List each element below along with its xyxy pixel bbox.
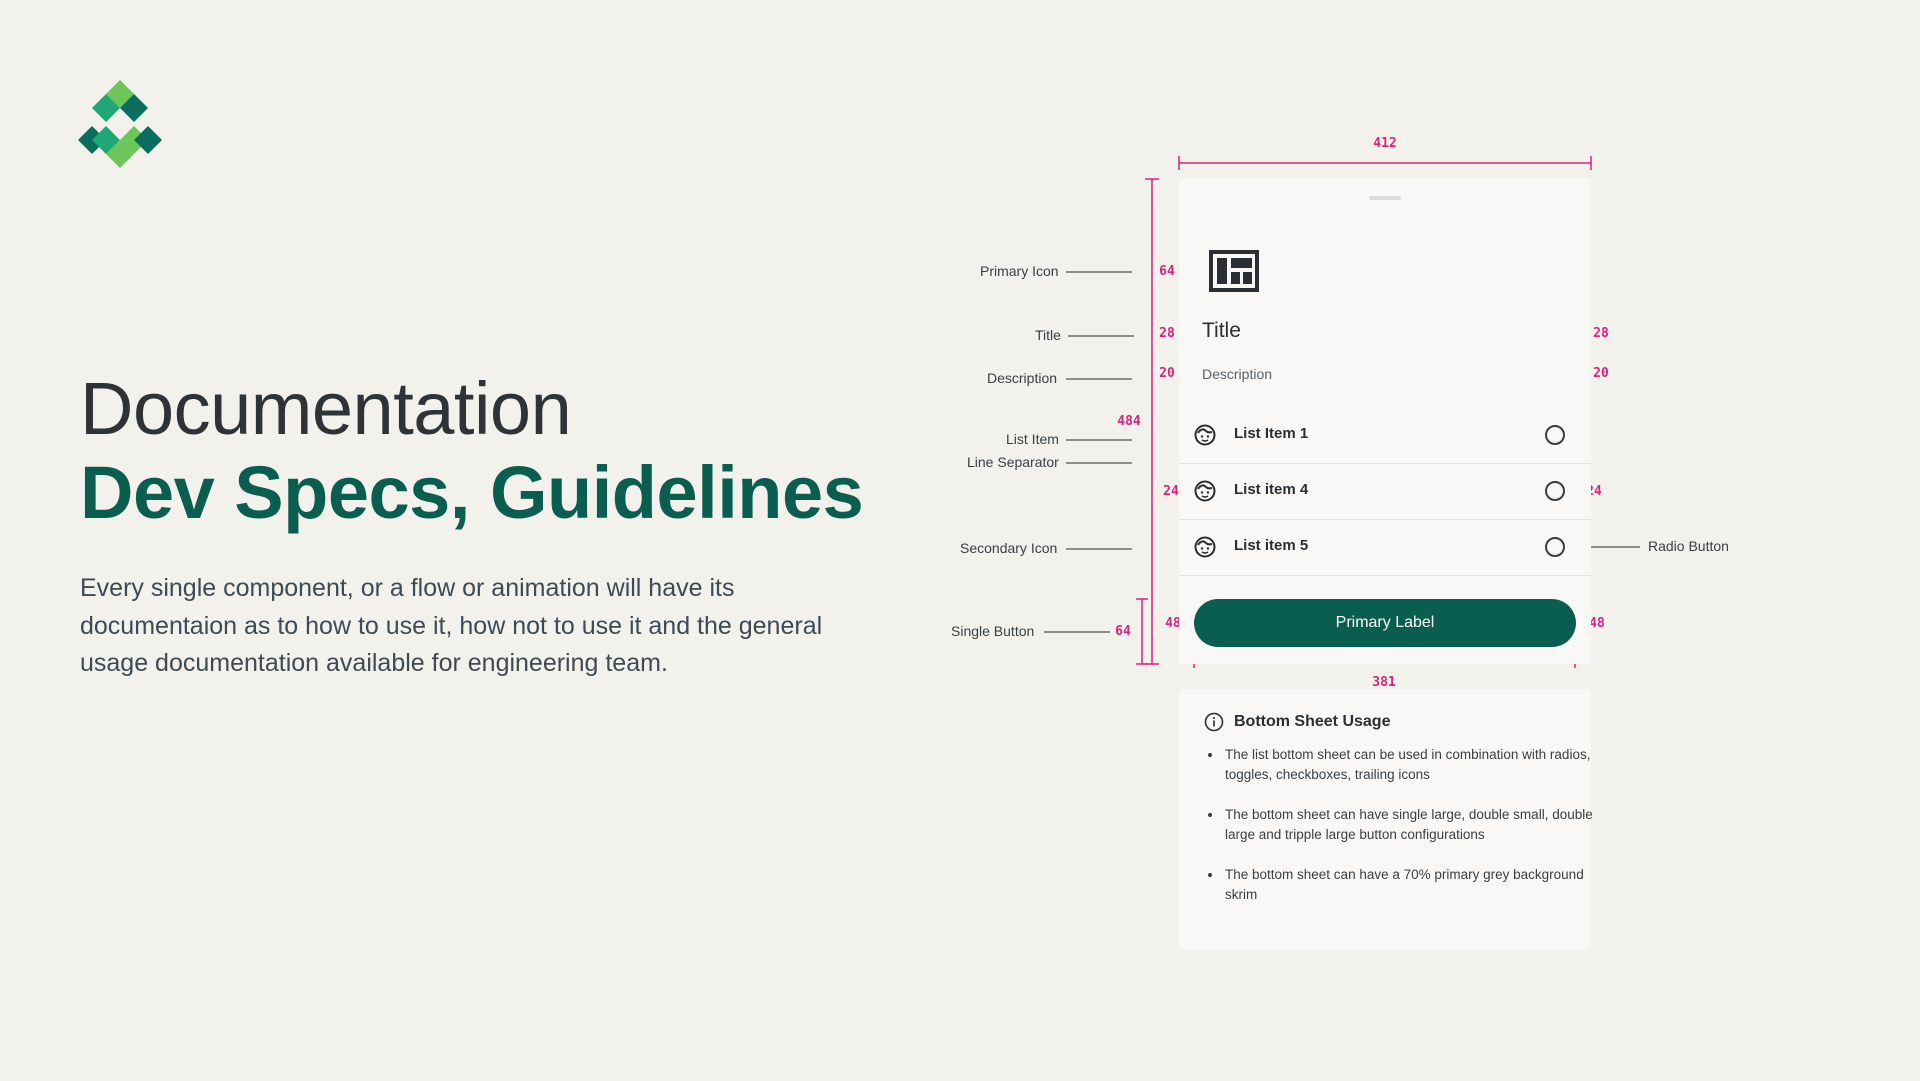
face-icon: [1194, 480, 1216, 502]
bottom-sheet: Title Description List Item 1 List item …: [1179, 179, 1591, 664]
usage-heading: Bottom Sheet Usage: [1234, 713, 1391, 730]
usage-bullet: The list bottom sheet can be used in com…: [1223, 745, 1593, 785]
dashboard-layout-icon: [1209, 250, 1259, 292]
sheet-drag-handle[interactable]: [1369, 196, 1401, 200]
dim-desc-height-left: 20: [1159, 366, 1175, 381]
annotation-list-item: List Item: [1006, 431, 1059, 447]
annotation-radio-button: Radio Button: [1648, 538, 1729, 554]
list-item[interactable]: List Item 1: [1179, 407, 1591, 463]
list-item-label: List item 4: [1234, 481, 1309, 498]
dim-sheet-height: 484: [1117, 414, 1141, 429]
list-item[interactable]: List item 5: [1179, 519, 1591, 575]
sheet-description: Description: [1202, 366, 1273, 382]
radio-button[interactable]: [1545, 425, 1565, 445]
dim-title-height-right: 28: [1593, 326, 1609, 341]
dim-single-button-height: 64: [1115, 624, 1131, 639]
list-item-label: List item 5: [1234, 537, 1309, 554]
usage-bullet: The bottom sheet can have a 70% primary …: [1223, 865, 1593, 905]
radio-button[interactable]: [1545, 537, 1565, 557]
usage-bullet: The bottom sheet can have single large, …: [1223, 805, 1593, 845]
list-item[interactable]: List item 4: [1179, 463, 1591, 519]
annotation-description: Description: [987, 370, 1058, 386]
annotation-primary-icon: Primary Icon: [980, 263, 1059, 279]
annotation-single-button: Single Button: [951, 623, 1035, 639]
dim-button-height-right: 48: [1589, 616, 1605, 631]
radio-button[interactable]: [1545, 481, 1565, 501]
dim-title-height-left: 28: [1159, 326, 1175, 341]
dim-secondary-icon-height: 24: [1163, 484, 1179, 499]
line-separator: [1179, 575, 1591, 576]
info-icon: [1204, 712, 1224, 732]
dim-icon-height-left: 64: [1159, 264, 1175, 279]
primary-button[interactable]: Primary Label: [1194, 599, 1576, 647]
sheet-title: Title: [1202, 319, 1241, 342]
dim-button-width-bottom: 381: [1372, 675, 1396, 690]
annotation-line-separator: Line Separator: [967, 454, 1059, 470]
annotation-secondary-icon: Secondary Icon: [960, 540, 1058, 556]
annotation-title: Title: [1035, 327, 1061, 343]
dim-sheet-width: 412: [1373, 136, 1397, 151]
usage-list: The list bottom sheet can be used in com…: [1209, 745, 1593, 925]
face-icon: [1194, 424, 1216, 446]
usage-card: Bottom Sheet Usage The list bottom sheet…: [1179, 689, 1593, 950]
face-icon: [1194, 536, 1216, 558]
list-item-label: List Item 1: [1234, 425, 1309, 442]
dim-desc-height-right: 20: [1593, 366, 1609, 381]
